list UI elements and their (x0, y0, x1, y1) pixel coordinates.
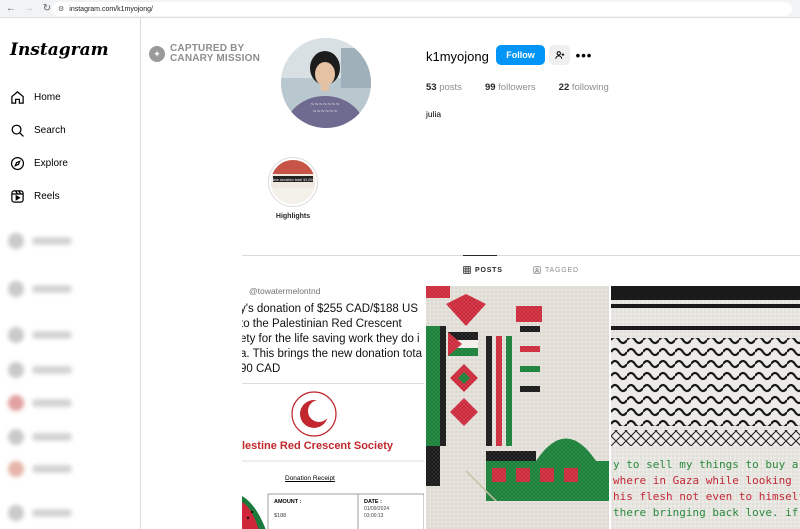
url-text: instagram.com/k1myojong/ (69, 5, 153, 13)
add-user-icon (554, 51, 564, 59)
forward-icon[interactable]: → (22, 2, 36, 16)
browser-toolbar: ← → ↻ ⚙ instagram.com/k1myojong/ (0, 0, 800, 18)
svg-text:~~~~~~: ~~~~~~ (312, 109, 337, 115)
sidebar-item-label: Search (34, 124, 66, 136)
story-highlight[interactable]: New donation total $5,000 (268, 157, 318, 207)
suggest-user-button[interactable] (549, 45, 570, 65)
post-text-line: y's donation of $255 CAD/$188 US (242, 303, 419, 315)
amount-label: AMOUNT : (274, 499, 302, 505)
post-text-line: to the Palestinian Red Crescent (242, 318, 402, 330)
site-info-icon[interactable]: ⚙ (58, 5, 64, 13)
sidebar-item-label: Home (34, 91, 61, 103)
canary-logo-icon: ✦ (149, 46, 165, 62)
post-text: y's donation of $255 CAD/$188 US to the … (242, 302, 424, 377)
followers-link[interactable]: 99 followers (485, 82, 536, 93)
highlight-cover: New donation total $5,000 (271, 160, 315, 204)
search-icon (11, 124, 24, 137)
more-options-icon[interactable]: ••• (576, 46, 592, 64)
post-tile[interactable]: @towatermelontnd y's donation of $255 CA… (242, 286, 424, 529)
explore-icon (10, 156, 25, 170)
stitched-text-line: where in Gaza while looking (613, 474, 792, 487)
date-value: 01/09/2024 03:00:13 (364, 506, 390, 519)
blurred-nav-item (8, 359, 80, 381)
tab-posts[interactable]: POSTS (463, 266, 503, 274)
sidebar-item-label: Explore (34, 157, 68, 169)
post-text-line: ety for the life saving work they do i (242, 333, 420, 345)
donation-receipt: lestine Red Crescent Society Donation Re… (242, 383, 424, 529)
sidebar-item-home[interactable]: Home (10, 87, 61, 107)
keffiyeh-photo: y to sell my things to buy a where in Ga… (611, 286, 800, 529)
blurred-nav-item (8, 392, 80, 414)
post-tile[interactable]: y to sell my things to buy a where in Ga… (611, 286, 800, 529)
blurred-nav-item (8, 324, 80, 346)
blurred-nav-item (8, 230, 80, 252)
receipt-graphics (242, 391, 424, 529)
post-text-line: a. This brings the new donation tota (242, 348, 422, 360)
tab-label: TAGGED (545, 266, 579, 274)
post-handle: @towatermelontnd (249, 286, 321, 296)
instagram-logo[interactable]: Instagram (10, 40, 109, 60)
profile-username: k1myojong (426, 49, 489, 64)
post-tile[interactable] (426, 286, 609, 529)
highlight-cover-text: New donation total $5,000 (272, 178, 315, 182)
profile-stats: 53 posts 99 followers 22 following (426, 82, 632, 93)
date-label: DATE : (364, 499, 382, 505)
sidebar-item-explore[interactable]: Explore (10, 153, 68, 173)
posts-count: 53 posts (426, 82, 462, 93)
back-icon[interactable]: ← (4, 2, 18, 16)
canary-mission-watermark: ✦ CAPTURED BY CANARY MISSION (149, 44, 260, 64)
home-icon (11, 90, 24, 104)
address-bar[interactable]: ⚙ instagram.com/k1myojong/ (52, 2, 792, 16)
avatar-photo: ~~~~~~~ ~~~~~~ (281, 38, 371, 128)
tagged-icon (533, 266, 541, 274)
tabs-divider (242, 255, 800, 256)
receipt-title: Donation Receipt (285, 475, 335, 482)
profile-avatar[interactable]: ~~~~~~~ ~~~~~~ (281, 38, 371, 128)
stitched-text-line: y to sell my things to buy a (613, 458, 798, 471)
profile-full-name: julia (426, 109, 442, 119)
watermark-line-2: CANARY MISSION (170, 53, 261, 64)
blurred-nav-item (8, 278, 80, 300)
sidebar-item-reels[interactable]: Reels (10, 186, 60, 206)
receipt-org-name: lestine Red Crescent Society (242, 440, 394, 452)
tab-tagged[interactable]: TAGGED (533, 266, 579, 274)
following-link[interactable]: 22 following (559, 82, 609, 93)
highlight-label: Highlights (275, 213, 311, 220)
amount-value: $188 (274, 513, 287, 519)
stitched-text-line: there bringing back love. if I (613, 506, 800, 519)
sidebar-item-label: Reels (34, 190, 60, 202)
post-text-line: 90 CAD (242, 363, 281, 375)
blurred-nav-item (8, 426, 80, 448)
sidebar: Instagram Home Search Explore Reels (0, 18, 141, 529)
grid-icon (463, 266, 471, 274)
follow-button[interactable]: Follow (496, 45, 545, 65)
active-tab-indicator (463, 255, 497, 256)
sidebar-item-search[interactable]: Search (10, 120, 66, 140)
blurred-nav-item (8, 458, 80, 480)
embroidery-photo (426, 286, 609, 529)
stitched-text-line: his flesh not even to himself (613, 490, 800, 503)
reels-icon (11, 189, 24, 203)
tab-label: POSTS (475, 266, 503, 274)
svg-text:~~~~~~~: ~~~~~~~ (310, 102, 339, 108)
blurred-nav-item (8, 502, 80, 524)
